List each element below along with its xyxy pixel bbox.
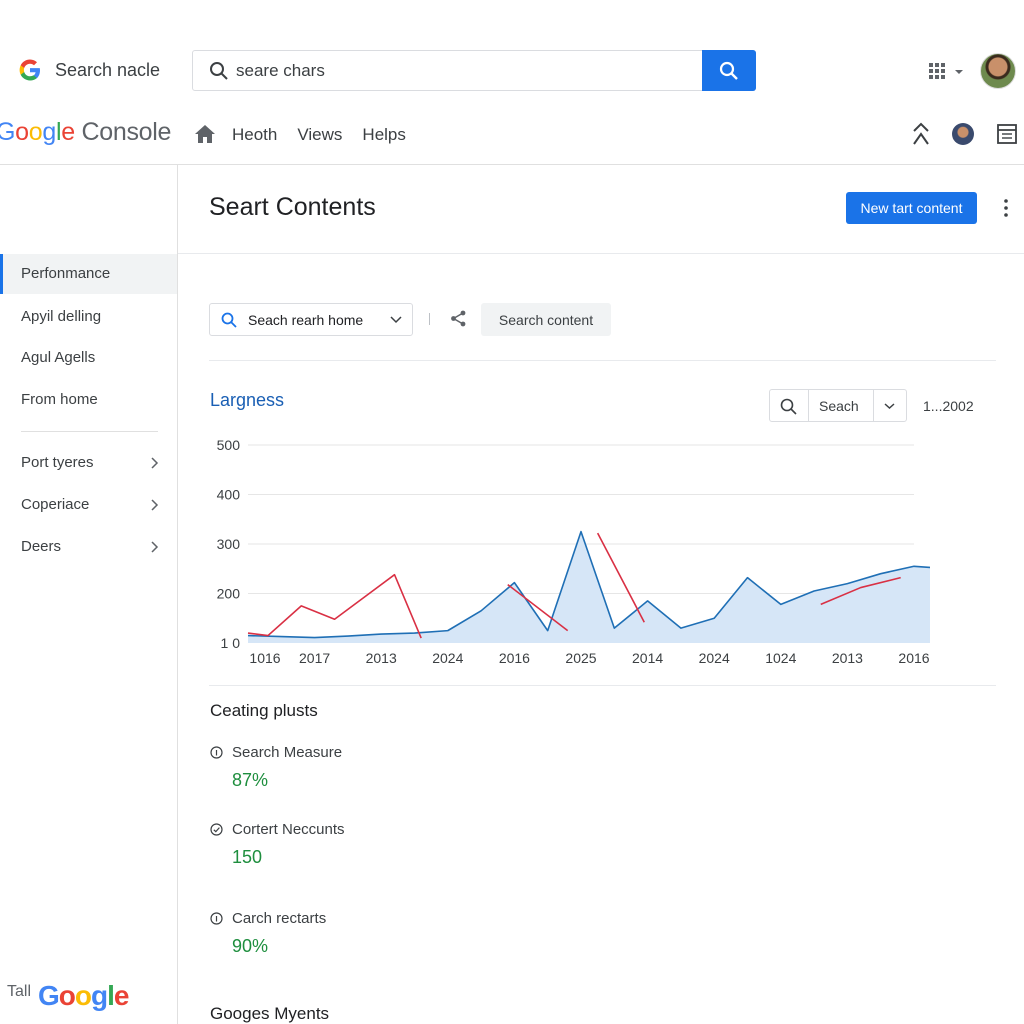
- x-tick-label: 2016: [499, 650, 530, 666]
- sidebar-item-coperiace[interactable]: Coperiace: [0, 485, 177, 525]
- chevron-right-icon: [151, 541, 159, 553]
- chart-divider: [209, 685, 996, 686]
- x-tick-label: 1016: [249, 650, 280, 666]
- sidebar-item-agul-agells[interactable]: Agul Agells: [0, 338, 177, 378]
- chevron-down-icon: [390, 316, 402, 324]
- nav-link-heoth[interactable]: Heoth: [232, 125, 277, 145]
- sidebar-item-label: Agul Agells: [21, 349, 96, 366]
- section-title: Ceating plusts: [210, 701, 318, 720]
- title-divider: [178, 253, 1024, 254]
- google-g-icon: [19, 59, 40, 81]
- x-tick-label: 1024: [765, 650, 796, 666]
- search-input[interactable]: [236, 59, 686, 83]
- metric-value: 90%: [232, 936, 269, 956]
- sidebar-item-apyil-delling[interactable]: Apyil delling: [0, 297, 177, 337]
- sidebar-divider: [21, 431, 158, 432]
- chevron-down-icon: [884, 403, 895, 410]
- console-title: Google Console: [0, 118, 172, 146]
- metric-value: 150: [232, 847, 263, 867]
- search-content-button[interactable]: Search content: [481, 303, 611, 336]
- sidebar-item-label: From home: [21, 391, 98, 408]
- search-button[interactable]: [702, 50, 756, 91]
- sidebar-item-label: Perfonmance: [21, 265, 111, 282]
- sidebar-item-label: Coperiace: [21, 496, 90, 513]
- chart-search-separator: [873, 390, 874, 421]
- line-chart: 500 400 300 200 1 0 1016 2017 2013 2024 2016 2025 2…: [217, 437, 930, 666]
- y-tick-label: 200: [217, 586, 241, 602]
- account-avatar[interactable]: [952, 123, 974, 145]
- search-filter-select[interactable]: Seach rearh home: [209, 303, 413, 336]
- page-title: Seart Contents: [209, 193, 376, 221]
- search-icon: [719, 61, 738, 80]
- sidebar-item-from-home[interactable]: From home: [0, 380, 177, 420]
- x-tick-label: 2017: [299, 650, 330, 666]
- user-avatar[interactable]: [980, 53, 1016, 89]
- sidebar: Perfonmance Apyil delling Agul Agells Fr…: [0, 165, 178, 1024]
- chevron-right-icon: [151, 457, 159, 469]
- share-icon[interactable]: [450, 310, 467, 327]
- filter-select-label: Seach rearh home: [248, 312, 364, 328]
- footer-prefix: Tall: [7, 983, 32, 1000]
- x-tick-label: 2014: [632, 650, 663, 666]
- google-logo: Google: [38, 980, 129, 1011]
- metric-label: Carch rectarts: [232, 910, 327, 927]
- x-tick-label: 2025: [565, 650, 596, 666]
- chart-search-separator: [808, 390, 809, 421]
- chart-search-label: Seach: [819, 398, 859, 414]
- sidebar-item-label: Apyil delling: [21, 308, 102, 325]
- chart-range: 1...2002: [923, 398, 974, 414]
- sidebar-item-performance[interactable]: Perfonmance: [0, 254, 177, 294]
- metric-label: Search Measure: [232, 744, 343, 761]
- sidebar-item-deers[interactable]: Deers: [0, 527, 177, 567]
- brand-name: Search nacle: [55, 60, 161, 80]
- check-circle-icon: [210, 823, 223, 836]
- more-vert-icon[interactable]: [1002, 198, 1010, 218]
- info-icon: [210, 746, 223, 759]
- search-box[interactable]: [192, 50, 756, 91]
- search-icon: [780, 398, 797, 415]
- y-tick-label: 500: [217, 437, 241, 453]
- top-bar: Search nacle: [0, 0, 1024, 110]
- nav-link-views[interactable]: Views: [297, 125, 342, 145]
- bottom-section-title: Googes Myents: [210, 1004, 330, 1023]
- sidebar-item-label: Port tyeres: [21, 454, 94, 471]
- sidebar-item-label: Deers: [21, 538, 62, 555]
- y-tick-label: 300: [217, 536, 241, 552]
- series-line-red: [247, 573, 422, 639]
- x-tick-label: 2024: [432, 650, 463, 666]
- collapse-arrows-icon[interactable]: [910, 122, 932, 146]
- console-nav: Heoth Views Helps: [232, 125, 406, 145]
- nav-link-helps[interactable]: Helps: [362, 125, 405, 145]
- search-icon: [221, 312, 237, 328]
- x-tick-label: 2013: [832, 650, 863, 666]
- home-icon[interactable]: [194, 124, 216, 144]
- chart-title: Largness: [210, 390, 285, 410]
- x-tick-label: 2016: [898, 650, 929, 666]
- chevron-right-icon: [151, 499, 159, 511]
- new-content-button[interactable]: New tart content: [846, 192, 977, 224]
- apps-grid-icon[interactable]: [929, 62, 965, 80]
- document-icon[interactable]: [996, 123, 1018, 145]
- toolbar-divider: [209, 360, 996, 361]
- chart-search-select[interactable]: Seach: [769, 389, 907, 422]
- search-icon: [210, 62, 228, 80]
- metric-value: 87%: [232, 770, 269, 790]
- toolbar-separator: [429, 313, 430, 325]
- info-icon: [210, 912, 223, 925]
- x-tick-label: 2013: [366, 650, 397, 666]
- y-tick-label: 400: [217, 487, 241, 503]
- x-tick-label: 2024: [699, 650, 730, 666]
- metric-label: Cortert Neccunts: [232, 821, 345, 838]
- y-tick-label: 1 0: [221, 635, 241, 651]
- sidebar-item-port-tyeres[interactable]: Port tyeres: [0, 443, 177, 483]
